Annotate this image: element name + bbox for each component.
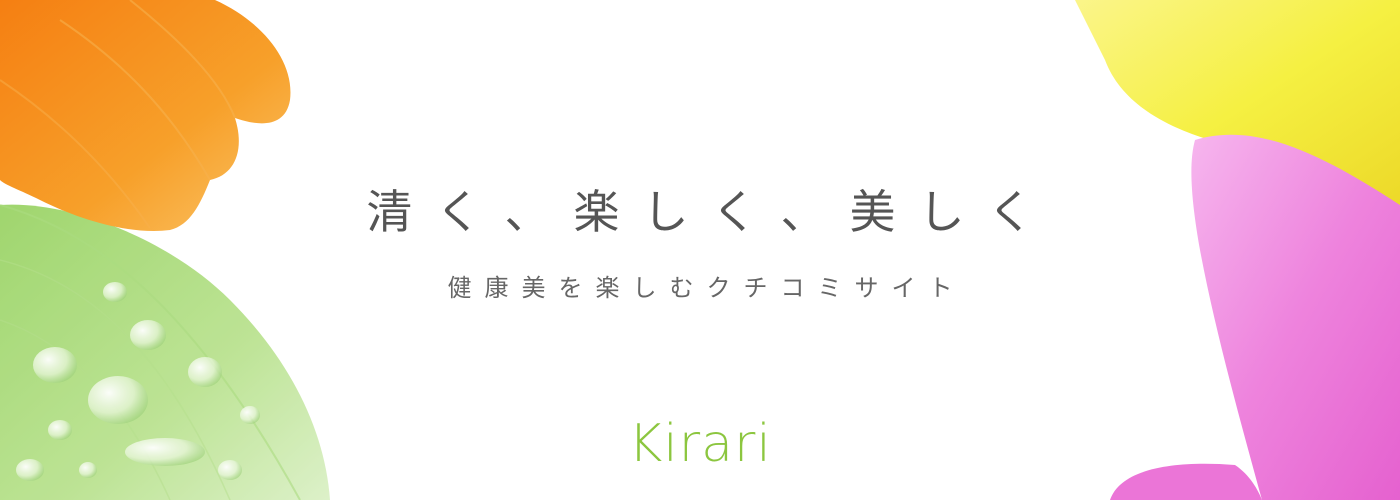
headline: 清く、楽しく、美しく xyxy=(366,185,1057,239)
hero-banner: 清く、楽しく、美しく 健康美を楽しむクチコミサイト Kirari xyxy=(0,0,1400,500)
brand-logo[interactable]: Kirari xyxy=(0,414,1400,474)
subheadline: 健康美を楽しむクチコミサイト xyxy=(447,274,966,302)
